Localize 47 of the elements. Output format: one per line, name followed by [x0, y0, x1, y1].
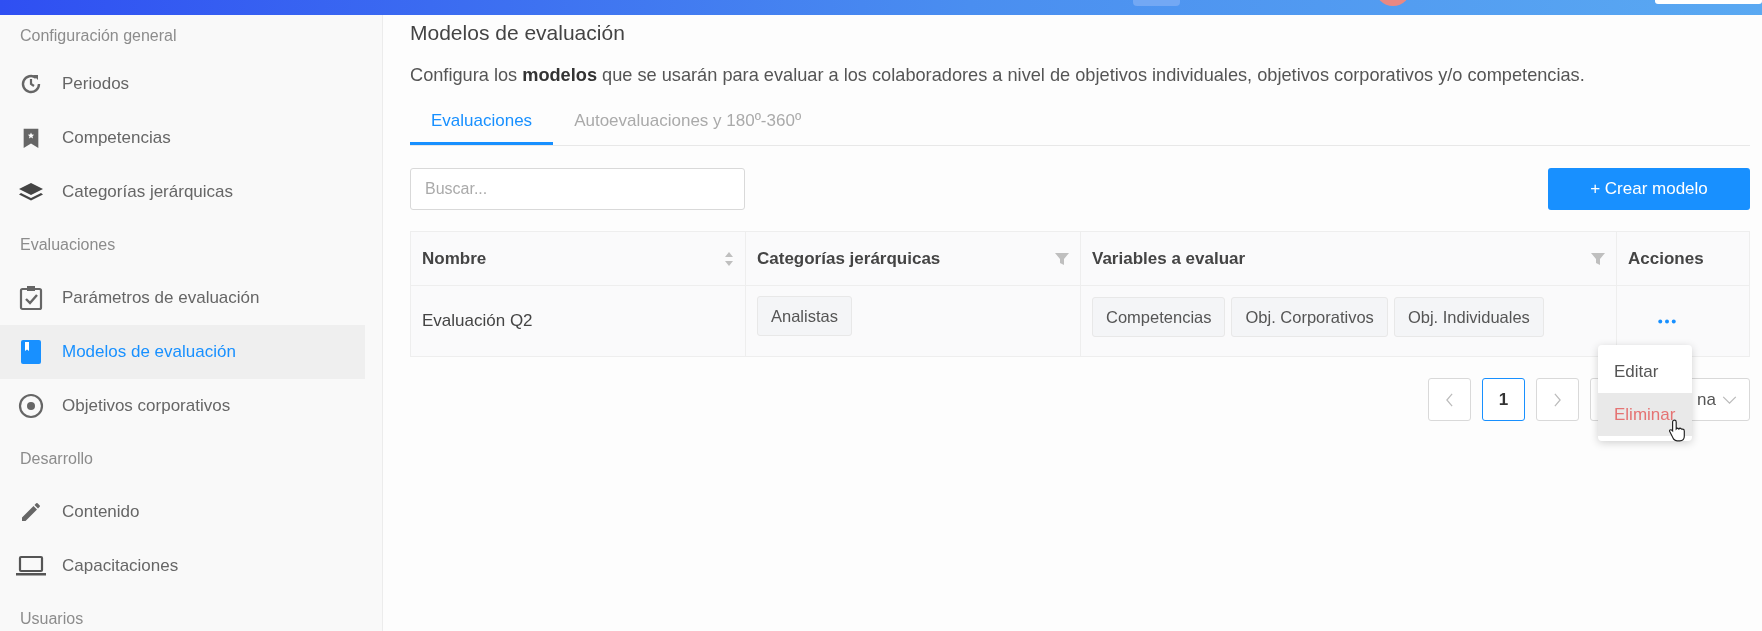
section-heading: Desarrollo: [19, 449, 94, 469]
sidebar-label: Competencias: [62, 128, 171, 148]
sidebar-item[interactable]: Categorías jerárquicas: [0, 165, 365, 219]
column-header: Acciones: [1628, 248, 1704, 269]
sidebar-item[interactable]: Objetivos corporativos: [0, 379, 365, 433]
next-page-button[interactable]: [1536, 378, 1579, 421]
menu-item[interactable]: Editar: [1598, 350, 1692, 393]
table-cell: Evaluación Q2: [422, 311, 533, 331]
tag: Obj. Individuales: [1393, 297, 1544, 337]
sidebar-label: Categorías jerárquicas: [62, 182, 234, 202]
page-size-text: na: [1697, 389, 1716, 410]
laptop-icon: [16, 553, 46, 579]
section-heading: Usuarios: [19, 609, 85, 629]
search-field[interactable]: Buscar...: [410, 168, 745, 210]
sidebar-item[interactable]: Contenido: [0, 485, 365, 539]
section-heading: Configuración general: [19, 26, 178, 46]
filter-icon[interactable]: [1055, 251, 1069, 266]
section-heading: Evaluaciones: [19, 235, 117, 255]
filter-icon[interactable]: [1591, 251, 1605, 266]
sidebar-label: Periodos: [62, 74, 130, 94]
column-header: Variables a evaluar: [1092, 248, 1246, 269]
page-description: Configura los modelos que se usarán para evaluar a los colaboradores a nivel de objetivos individuales, objetivos corporativos y/o competencias.: [410, 64, 1586, 87]
chevron-right-icon: [1553, 392, 1562, 407]
chevron-left-icon: [1445, 392, 1454, 407]
target-icon: [16, 393, 46, 419]
tag: Obj. Corporativos: [1231, 297, 1388, 337]
tag: Analistas: [757, 296, 852, 336]
sidebar-item[interactable]: Capacitaciones: [0, 539, 365, 593]
column-header: Nombre: [422, 248, 487, 269]
more-icon[interactable]: [1658, 318, 1676, 324]
page-button[interactable]: 1: [1482, 378, 1525, 421]
sidebar-label: Parámetros de evaluación: [62, 288, 260, 308]
previous-page-button[interactable]: [1428, 378, 1471, 421]
sidebar-item[interactable]: Modelos de evaluación: [0, 325, 365, 379]
sidebar-label: Capacitaciones: [62, 556, 179, 576]
sidebar-label: Objetivos corporativos: [62, 396, 231, 416]
create-button[interactable]: + Crear modelo: [1548, 168, 1750, 210]
page-title: Modelos de evaluación: [410, 21, 626, 45]
sort-icon[interactable]: [724, 250, 734, 267]
tag: Competencias: [1092, 297, 1226, 337]
sidebar-item[interactable]: Periodos: [0, 57, 365, 111]
sidebar-item[interactable]: Competencias: [0, 111, 365, 165]
sidebar-label: Modelos de evaluación: [62, 342, 236, 362]
tab[interactable]: Evaluaciones: [410, 100, 554, 145]
sidebar-label: Contenido: [62, 502, 140, 522]
sidebar-item[interactable]: Parámetros de evaluación: [0, 271, 365, 325]
column-header: Categorías jerárquicas: [757, 248, 941, 269]
